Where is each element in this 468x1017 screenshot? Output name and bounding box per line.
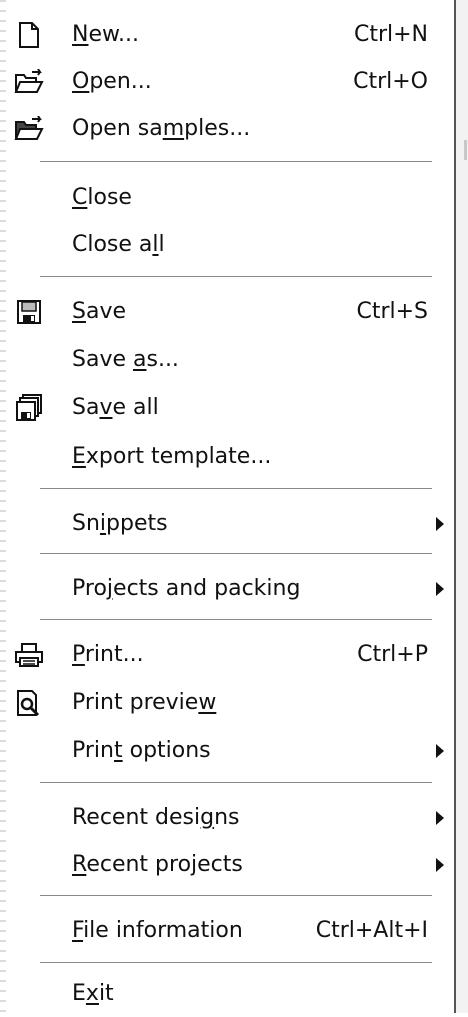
menu-separator: [40, 488, 432, 490]
menu-separator: [40, 161, 432, 163]
menu-item-label: Save as...: [72, 347, 179, 372]
submenu-arrow-icon: [436, 582, 444, 596]
menu-item-label: Projects and packing: [72, 576, 301, 601]
menu-separator: [40, 619, 432, 621]
print-icon: [14, 640, 44, 670]
menu-item-label: File information: [72, 918, 243, 943]
menu-item-label: Recent projects: [72, 852, 243, 877]
save-icon: [14, 297, 44, 327]
menu-item-label: Save: [72, 299, 127, 324]
menu-item-label: Print preview: [72, 690, 217, 715]
menu-separator: [40, 782, 432, 784]
menu-item-shortcut: Ctrl+O: [353, 69, 428, 94]
menu-item-print[interactable]: Print... Ctrl+P: [6, 632, 454, 678]
menu-item-label: New...: [72, 22, 139, 47]
menu-item-projects-and-packing[interactable]: Projects and packing: [6, 566, 454, 612]
submenu-arrow-icon: [436, 517, 444, 531]
menu-item-export-template[interactable]: Export template...: [6, 434, 454, 480]
new-file-icon: [14, 20, 44, 50]
menu-item-label: Open...: [72, 69, 152, 94]
menu-separator: [40, 962, 432, 964]
menu-item-shortcut: Ctrl+S: [356, 299, 428, 324]
menu-item-file-information[interactable]: File information Ctrl+Alt+I: [6, 908, 454, 954]
menu-item-shortcut: Ctrl+N: [353, 22, 428, 47]
menu-item-snippets[interactable]: Snippets: [6, 501, 454, 547]
open-folder-icon: [14, 114, 44, 144]
menu-item-save[interactable]: Save Ctrl+S: [6, 289, 454, 335]
menu-separator: [40, 895, 432, 897]
menu-item-new[interactable]: New... Ctrl+N: [6, 12, 454, 58]
menu-item-label: Open samples...: [72, 116, 251, 141]
menu-item-label: Recent designs: [72, 805, 240, 830]
menu-item-label: Snippets: [72, 511, 168, 536]
print-preview-icon: [14, 688, 44, 718]
menu-item-open[interactable]: Open... Ctrl+O: [6, 59, 454, 105]
menu-item-shortcut: Ctrl+Alt+I: [315, 918, 428, 943]
menu-item-label: Print...: [72, 642, 144, 667]
submenu-arrow-icon: [436, 811, 444, 825]
window-right-border: [454, 0, 468, 1013]
save-all-icon: [14, 393, 44, 423]
menu-item-close-all[interactable]: Close all: [6, 222, 454, 268]
menu-item-save-as[interactable]: Save as...: [6, 337, 454, 383]
menu-item-label: Exit: [72, 981, 114, 1006]
menu-item-close[interactable]: Close: [6, 175, 454, 221]
menu-separator: [40, 276, 432, 278]
menu-item-label: Print options: [72, 738, 211, 763]
menu-item-open-samples[interactable]: Open samples...: [6, 106, 454, 152]
menu-separator: [40, 553, 432, 555]
menu-item-label: Save all: [72, 395, 159, 420]
menu-item-exit[interactable]: Exit: [6, 971, 454, 1017]
menu-item-print-preview[interactable]: Print preview: [6, 680, 454, 726]
menu-item-save-all[interactable]: Save all: [6, 385, 454, 431]
submenu-arrow-icon: [436, 744, 444, 758]
open-folder-icon: [14, 67, 44, 97]
file-menu: New... Ctrl+N Open... Ctrl+O Open sample…: [6, 4, 454, 1009]
menu-item-recent-projects[interactable]: Recent projects: [6, 842, 454, 888]
menu-item-recent-designs[interactable]: Recent designs: [6, 795, 454, 841]
menu-item-label: Export template...: [72, 444, 272, 469]
menu-item-label: Close: [72, 185, 132, 210]
menu-item-label: Close all: [72, 232, 165, 257]
submenu-arrow-icon: [436, 858, 444, 872]
menu-item-print-options[interactable]: Print options: [6, 728, 454, 774]
menu-item-shortcut: Ctrl+P: [357, 642, 428, 667]
